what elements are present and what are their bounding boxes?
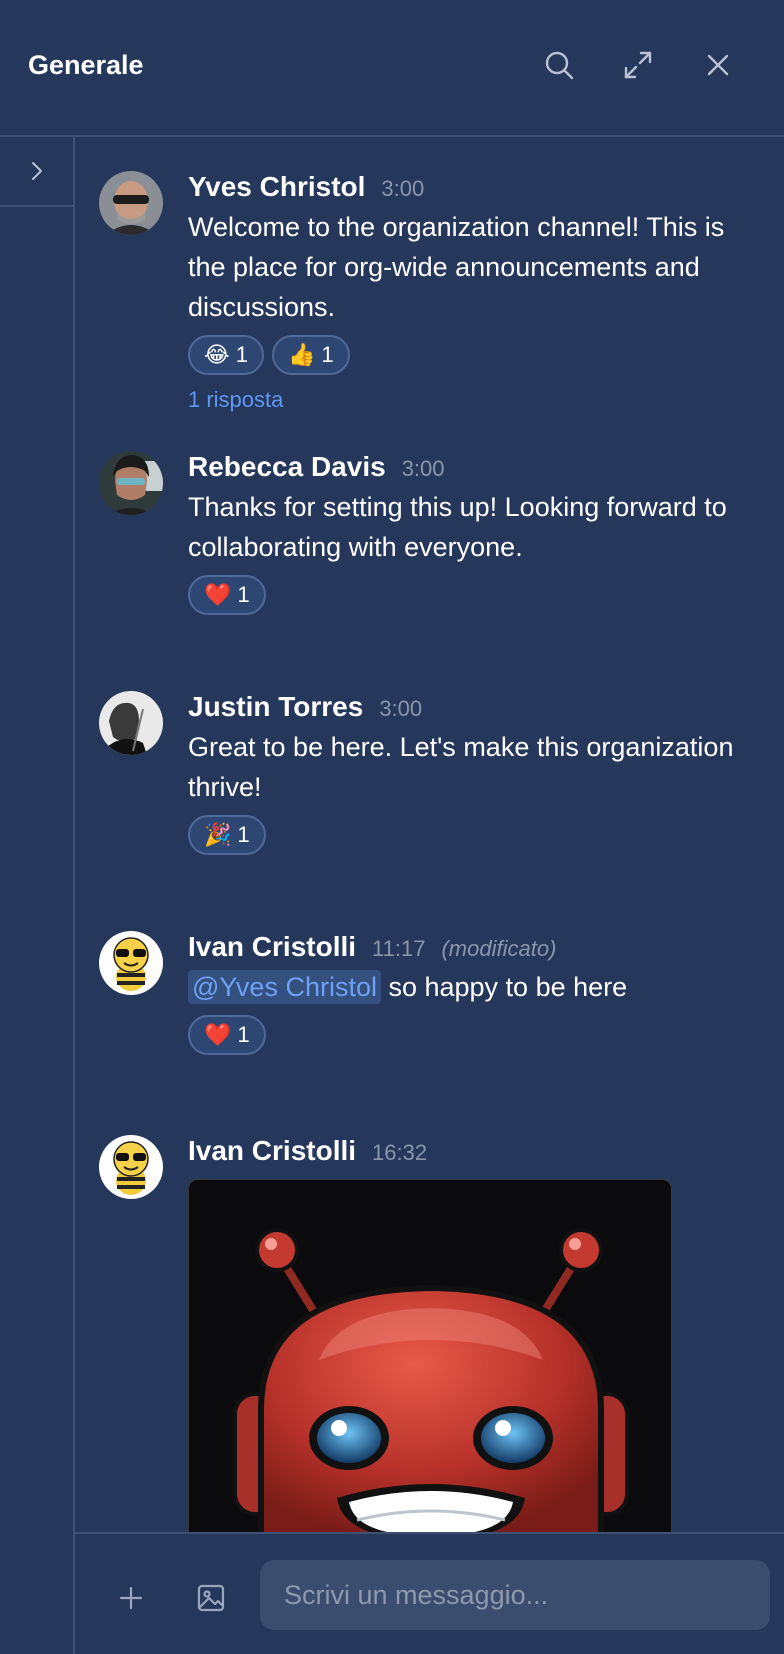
- message-author[interactable]: Ivan Cristolli: [188, 931, 356, 963]
- message-text: Welcome to the organization channel! Thi…: [188, 212, 725, 322]
- side-rail: [0, 137, 75, 1654]
- expand-button[interactable]: [617, 44, 659, 86]
- message-input[interactable]: [260, 1560, 770, 1630]
- reaction-chip[interactable]: ❤️ 1: [188, 575, 266, 615]
- close-button[interactable]: [697, 44, 739, 86]
- avatar[interactable]: [99, 1135, 163, 1199]
- message-body: Rebecca Davis 3:00 Thanks for setting th…: [188, 451, 766, 615]
- message-time: 3:00: [401, 456, 445, 481]
- avatar[interactable]: [99, 451, 163, 515]
- edited-label: (modificato): [441, 936, 557, 961]
- reaction-count: 1: [237, 1022, 250, 1047]
- close-icon: [707, 54, 729, 76]
- channel-title: Generale: [28, 50, 144, 80]
- reaction-list: 😂 1 👍 1: [188, 335, 766, 375]
- channel-header: Generale: [0, 0, 784, 137]
- message-text-content: so happy to be here: [380, 972, 628, 1002]
- add-image-button[interactable]: [189, 1576, 233, 1620]
- search-button[interactable]: [538, 44, 580, 86]
- reply-count-link[interactable]: 1 risposta: [188, 387, 766, 413]
- chevron-right-icon: [31, 162, 42, 180]
- plus-icon: [119, 1586, 143, 1610]
- reaction-chip[interactable]: 👍 1: [271, 335, 350, 375]
- reaction-chip[interactable]: 😂 1: [188, 335, 264, 375]
- reaction-count: 1: [237, 582, 250, 607]
- message-author[interactable]: Yves Christol: [188, 171, 365, 203]
- reaction-list: ❤️ 1: [188, 1015, 766, 1055]
- laugh-emoji-icon: 😂: [204, 342, 230, 368]
- reaction-list: ❤️ 1: [188, 575, 766, 615]
- message-feed[interactable]: Yves Christol 3:00 Welcome to the organi…: [75, 137, 784, 1532]
- message-body: Ivan Cristolli 16:32: [188, 1135, 766, 1532]
- add-attachment-button[interactable]: [109, 1576, 153, 1620]
- party-emoji-icon: 🎉: [204, 822, 232, 848]
- message-body: Yves Christol 3:00 Welcome to the organi…: [188, 171, 766, 413]
- heart-emoji-icon: ❤️: [204, 582, 232, 608]
- reaction-count: 1: [321, 342, 334, 367]
- message-time: 3:00: [381, 176, 425, 201]
- message-time: 16:32: [372, 1140, 428, 1165]
- message-text: Thanks for setting this up! Looking forw…: [188, 492, 727, 562]
- user-mention[interactable]: @Yves Christol: [188, 970, 381, 1004]
- reaction-count: 1: [237, 822, 250, 847]
- search-icon: [545, 51, 574, 80]
- avatar[interactable]: [99, 691, 163, 755]
- reaction-count: 1: [235, 342, 248, 367]
- message-text: Great to be here. Let's make this organi…: [188, 732, 734, 802]
- message-author[interactable]: Justin Torres: [188, 691, 363, 723]
- reaction-chip[interactable]: 🎉 1: [188, 815, 266, 855]
- message-time: 3:00: [379, 696, 423, 721]
- image-attachment[interactable]: [188, 1179, 672, 1532]
- sidebar-toggle-button[interactable]: [0, 137, 73, 207]
- thumbs-up-emoji-icon: 👍: [287, 342, 316, 368]
- avatar[interactable]: [99, 931, 163, 995]
- expand-icon: [624, 51, 652, 79]
- message-text: @Yves Christol so happy to be here: [188, 967, 766, 1007]
- message-composer: [75, 1532, 784, 1654]
- message-time: 11:17: [372, 936, 426, 961]
- reaction-list: 🎉 1: [188, 815, 766, 855]
- image-icon: [197, 1584, 225, 1612]
- robot-image: [189, 1180, 671, 1532]
- message-body: Ivan Cristolli 11:17 (modificato) @Yves …: [188, 931, 766, 1055]
- avatar[interactable]: [99, 171, 163, 235]
- message-author[interactable]: Ivan Cristolli: [188, 1135, 356, 1167]
- message-body: Justin Torres 3:00 Great to be here. Let…: [188, 691, 766, 855]
- reaction-chip[interactable]: ❤️ 1: [188, 1015, 266, 1055]
- message-author[interactable]: Rebecca Davis: [188, 451, 386, 483]
- heart-emoji-icon: ❤️: [204, 1022, 232, 1048]
